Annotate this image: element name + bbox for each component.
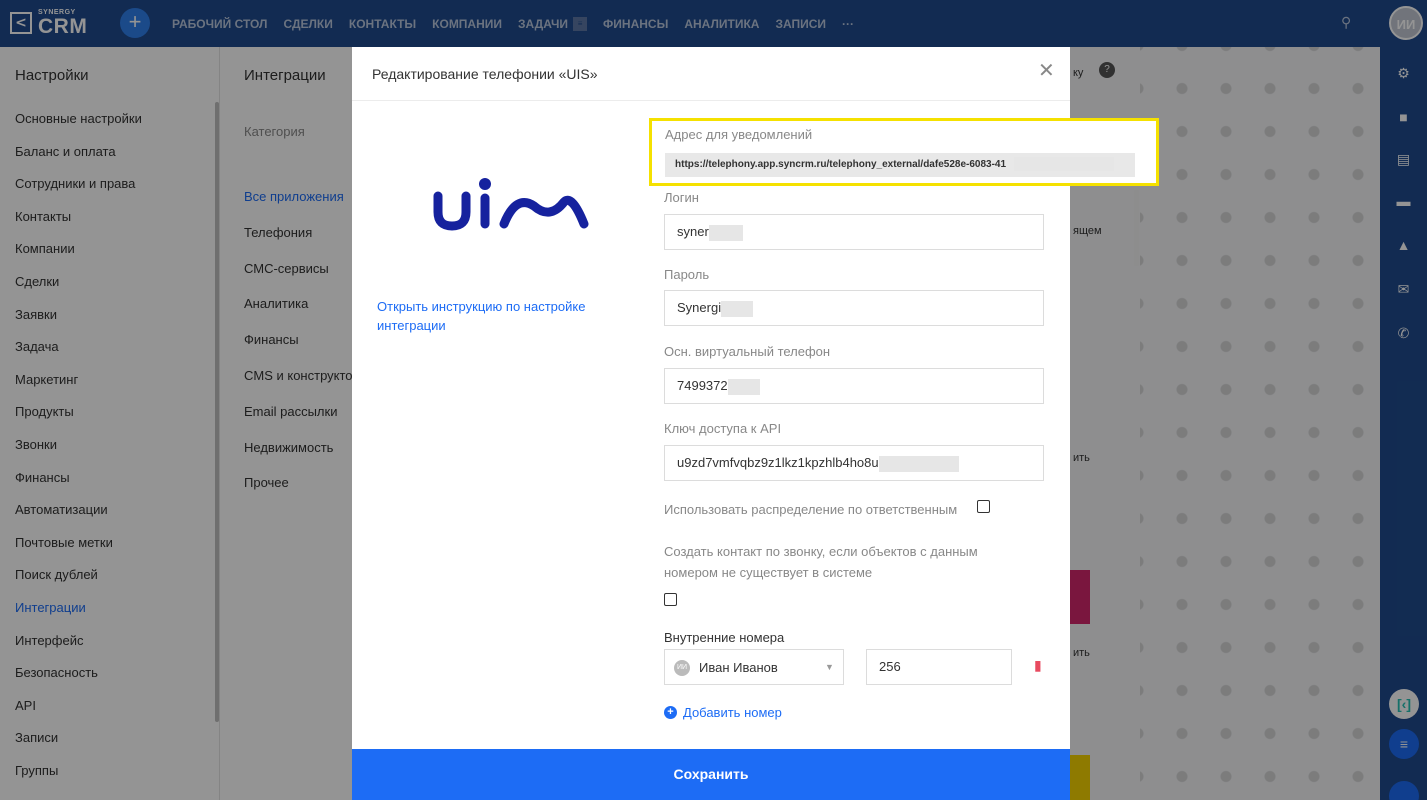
notification-address-label: Адрес для уведомлений [665, 127, 813, 142]
modal-header: Редактирование телефонии «UIS» ✕ [352, 47, 1070, 101]
login-label: Логин [664, 190, 699, 205]
add-number-label: Добавить номер [683, 705, 782, 720]
api-key-field[interactable]: u9zd7vmfvqbz9z1lkz1kpzhlb4ho8u [664, 445, 1044, 481]
internal-number-field[interactable]: 256 [866, 649, 1012, 685]
add-number-button[interactable]: + Добавить номер [664, 705, 782, 720]
create-contact-label: Создать контакт по звонку, если объектов… [664, 544, 978, 580]
masked-text [727, 378, 760, 395]
masked-text [721, 300, 754, 317]
notification-address-highlight: Адрес для уведомлений https://telephony.… [649, 118, 1159, 186]
chevron-down-icon: ▼ [825, 662, 834, 672]
password-label: Пароль [664, 267, 710, 282]
phone-label: Осн. виртуальный телефон [664, 344, 831, 359]
password-value: Synergi [677, 300, 722, 315]
modal-scrollbar[interactable] [1134, 190, 1139, 266]
api-key-label: Ключ доступа к API [664, 421, 782, 436]
save-button[interactable]: Сохранить [352, 749, 1070, 800]
login-field[interactable]: syner [664, 214, 1044, 250]
phone-field[interactable]: 7499372 [664, 368, 1044, 404]
employee-avatar: ИИ [674, 660, 690, 676]
modal-title: Редактирование телефонии «UIS» [372, 66, 598, 82]
masked-text [1014, 157, 1115, 172]
close-icon[interactable]: ✕ [1038, 61, 1055, 81]
employee-name: Иван Иванов [699, 660, 778, 675]
password-field[interactable]: Synergi [664, 290, 1044, 326]
employee-select[interactable]: ИИ Иван Иванов ▼ [664, 649, 844, 685]
distribution-label: Использовать распределение по ответствен… [664, 502, 958, 517]
masked-text [708, 224, 743, 241]
instruction-link[interactable]: Открыть инструкцию по настройке интеграц… [377, 297, 617, 335]
internal-numbers-label: Внутренние номера [664, 630, 785, 645]
distribution-checkbox[interactable] [977, 500, 990, 513]
notification-address-field[interactable]: https://telephony.app.syncrm.ru/telephon… [665, 153, 1135, 177]
phone-value: 7499372 [677, 378, 728, 393]
create-contact-checkbox[interactable] [664, 593, 677, 606]
login-value: syner [677, 224, 709, 239]
uis-telephony-modal: Редактирование телефонии «UIS» ✕ Открыть… [352, 47, 1159, 800]
uis-logo [433, 178, 589, 231]
trash-icon[interactable]: ▮ [1034, 657, 1042, 674]
api-key-value: u9zd7vmfvqbz9z1lkz1kpzhlb4ho8u [677, 455, 879, 470]
masked-text [878, 455, 959, 472]
notification-url: https://telephony.app.syncrm.ru/telephon… [675, 159, 1007, 170]
plus-circle-icon: + [664, 706, 677, 719]
